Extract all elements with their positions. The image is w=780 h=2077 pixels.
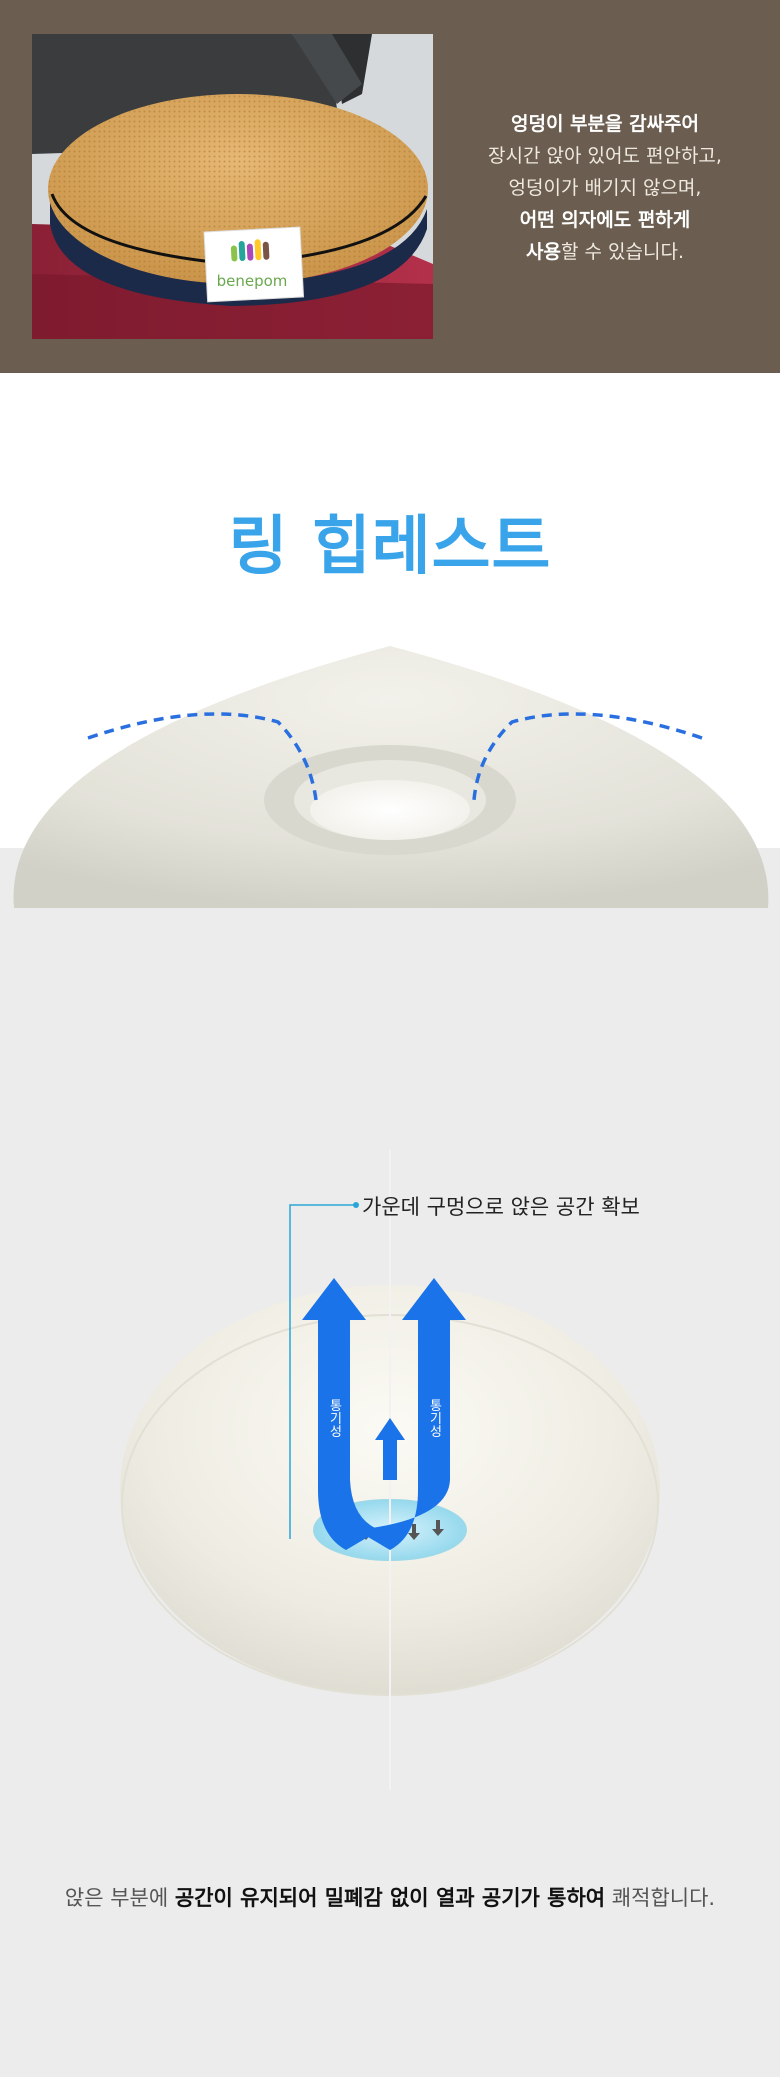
- product-detail-page: benepom 엉덩이 부분을 감싸주어 장시간 앉아 있어도 편안하고, 엉덩…: [0, 0, 780, 2077]
- right-arrow-label: 통기성: [427, 1399, 442, 1438]
- airflow-diagram: 통기성 통기성: [0, 1150, 780, 1790]
- top-line-4: 어떤 의자에도 편하게: [519, 209, 691, 231]
- top-line-2: 장시간 앉아 있어도 편안하고,: [488, 145, 722, 167]
- brand-logo-text: benepom: [217, 272, 288, 290]
- product-title: 링 힙레스트: [228, 510, 552, 584]
- top-line-3: 엉덩이가 배기지 않으며,: [508, 177, 702, 199]
- ring-cushion-hero: [0, 640, 780, 910]
- top-banner: benepom 엉덩이 부분을 감싸주어 장시간 앉아 있어도 편안하고, 엉덩…: [0, 0, 780, 373]
- center-hole-callout: 가운데 구멍으로 앉은 공간 확보: [362, 1195, 640, 1219]
- top-line-5: 사용할 수 있습니다.: [526, 241, 684, 263]
- cushion-on-chair-photo: benepom: [32, 34, 433, 339]
- bottom-description: 앉은 부분에 공간이 유지되어 밀폐감 없이 열과 공기가 통하여 쾌적합니다.: [64, 1886, 716, 1910]
- top-line-1: 엉덩이 부분을 감싸주어: [510, 113, 700, 135]
- left-arrow-label: 통기성: [327, 1399, 342, 1438]
- top-description: 엉덩이 부분을 감싸주어 장시간 앉아 있어도 편안하고, 엉덩이가 배기지 않…: [455, 108, 755, 268]
